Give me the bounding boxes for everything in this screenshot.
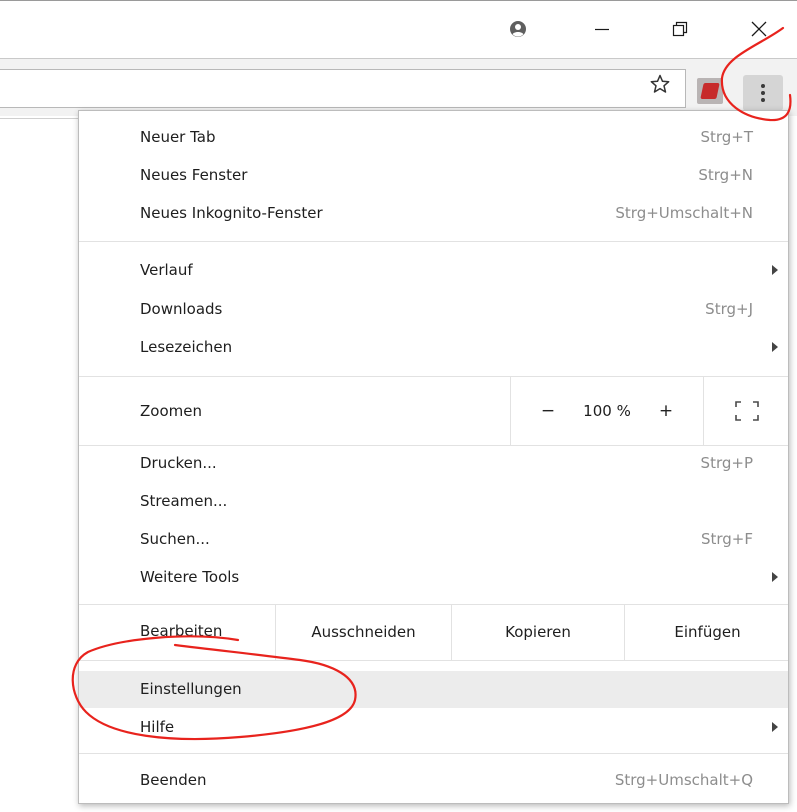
menu-item-history[interactable]: Verlauf	[79, 252, 788, 289]
menu-item-new-incognito-window[interactable]: Neues Inkognito-Fenster Strg+Umschalt+N	[79, 195, 788, 232]
submenu-arrow-icon	[772, 342, 778, 352]
paste-button[interactable]: Einfügen	[624, 604, 790, 660]
extension-button[interactable]	[697, 78, 723, 104]
menu-item-label: Beenden	[140, 771, 207, 789]
menu-item-shortcut: Strg+J	[705, 300, 753, 318]
zoom-in-button[interactable]: +	[651, 399, 681, 423]
restore-icon	[672, 21, 688, 37]
menu-item-shortcut: Strg+N	[698, 166, 753, 184]
star-icon	[650, 74, 670, 93]
menu-item-shortcut: Strg+P	[700, 454, 753, 472]
close-icon	[751, 21, 767, 37]
menu-item-label: Lesezeichen	[140, 338, 233, 356]
submenu-arrow-icon	[772, 722, 778, 732]
edit-label: Bearbeiten	[140, 622, 223, 640]
fullscreen-button[interactable]	[703, 377, 790, 445]
copy-button[interactable]: Kopieren	[451, 604, 624, 660]
fullscreen-icon	[735, 401, 759, 421]
menu-item-more-tools[interactable]: Weitere Tools	[79, 559, 788, 596]
menu-item-label: Neuer Tab	[140, 128, 216, 146]
profile-button[interactable]	[489, 9, 547, 49]
menu-item-shortcut: Strg+F	[700, 530, 753, 548]
menu-dot	[761, 98, 765, 102]
menu-item-label: Weitere Tools	[140, 568, 240, 586]
menu-item-exit[interactable]: Beenden Strg+Umschalt+Q	[79, 762, 788, 799]
menu-item-label: Einstellungen	[140, 680, 242, 698]
restore-button[interactable]	[651, 9, 709, 49]
profile-icon	[510, 21, 526, 37]
menu-edit-row: Bearbeiten Ausschneiden Kopieren Einfüge…	[79, 604, 788, 660]
menu-item-new-tab[interactable]: Neuer Tab Strg+T	[79, 119, 788, 156]
menu-item-label: Hilfe	[140, 718, 175, 736]
extension-icon	[700, 83, 720, 99]
cut-button[interactable]: Ausschneiden	[275, 604, 451, 660]
menu-item-label: Streamen...	[140, 492, 228, 510]
menu-dots-icon	[761, 84, 765, 88]
zoom-label: Zoomen	[140, 402, 202, 420]
minimize-button[interactable]	[573, 9, 631, 49]
page-divider	[0, 118, 82, 119]
browser-toolbar	[0, 58, 797, 116]
menu-dot	[761, 91, 765, 95]
menu-item-shortcut: Strg+Umschalt+N	[615, 204, 753, 222]
menu-item-bookmarks[interactable]: Lesezeichen	[79, 329, 788, 366]
close-button[interactable]	[730, 9, 788, 49]
menu-item-label: Downloads	[140, 300, 223, 318]
menu-item-settings[interactable]: Einstellungen	[79, 671, 788, 708]
menu-item-find[interactable]: Suchen... Strg+F	[79, 521, 788, 558]
menu-item-cast[interactable]: Streamen...	[79, 483, 788, 520]
title-bar	[0, 0, 797, 58]
menu-item-downloads[interactable]: Downloads Strg+J	[79, 291, 788, 328]
menu-separator	[79, 241, 788, 242]
menu-item-label: Verlauf	[140, 261, 193, 279]
menu-item-label: Neues Fenster	[140, 166, 248, 184]
minimize-icon	[595, 28, 609, 31]
menu-item-shortcut: Strg+Umschalt+Q	[614, 771, 753, 789]
menu-zoom-row: Zoomen − 100 % +	[79, 377, 788, 445]
menu-item-help[interactable]: Hilfe	[79, 709, 788, 746]
zoom-level: 100 %	[583, 402, 631, 420]
submenu-arrow-icon	[772, 572, 778, 582]
menu-separator	[79, 753, 788, 754]
zoom-controls: − 100 % +	[510, 377, 703, 445]
chrome-menu-button[interactable]	[743, 75, 783, 111]
address-bar[interactable]	[0, 69, 686, 108]
submenu-arrow-icon	[772, 265, 778, 275]
menu-item-label: Drucken...	[140, 454, 217, 472]
menu-item-shortcut: Strg+T	[700, 128, 753, 146]
menu-item-print[interactable]: Drucken... Strg+P	[79, 445, 788, 482]
menu-item-new-window[interactable]: Neues Fenster Strg+N	[79, 157, 788, 194]
zoom-out-button[interactable]: −	[533, 399, 563, 423]
chrome-main-menu: Neuer Tab Strg+T Neues Fenster Strg+N Ne…	[78, 110, 789, 804]
bookmark-star-button[interactable]	[645, 67, 675, 101]
menu-item-label: Suchen...	[140, 530, 210, 548]
menu-item-label: Neues Inkognito-Fenster	[140, 204, 323, 222]
menu-separator	[79, 660, 788, 661]
